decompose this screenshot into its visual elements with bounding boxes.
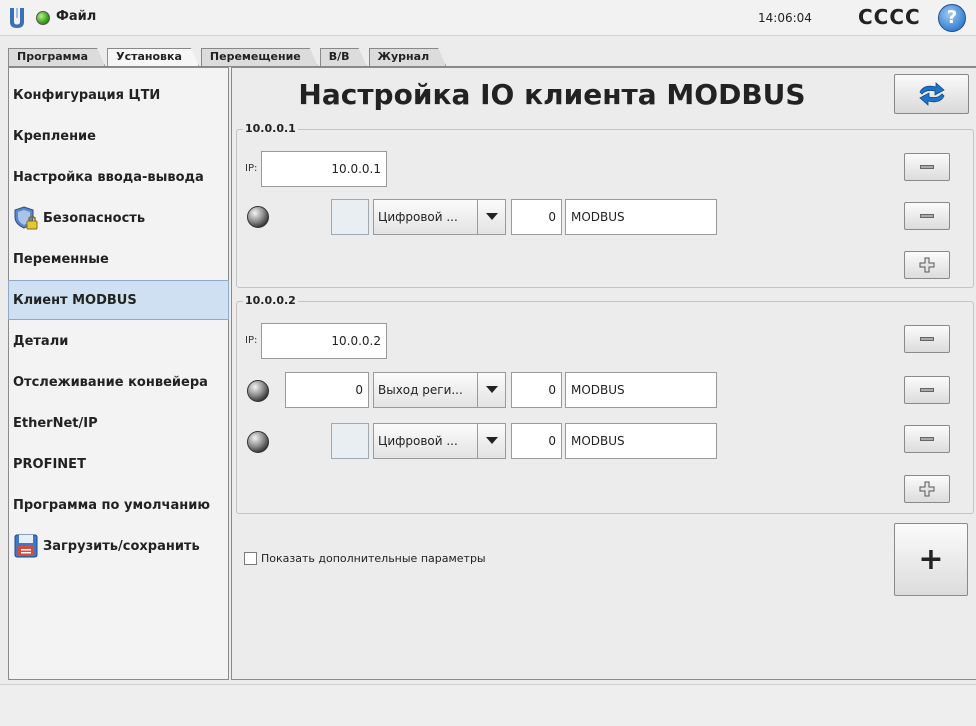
register-value-field[interactable]: 0 [285,372,369,408]
sidebar-item-label: Клиент MODBUS [13,292,137,308]
register-value-field[interactable] [331,423,369,459]
sidebar-item-label: Переменные [13,251,109,267]
ip-label: IP: [245,335,258,346]
floppy-disk-icon [14,534,38,558]
signal-type-select[interactable]: Цифровой ... [373,199,506,235]
unit-title: 10.0.0.1 [243,122,298,135]
sidebar: Конфигурация ЦТИ Крепление Настройка вво… [8,67,229,680]
clock: 14:06:04 [758,11,812,25]
sidebar-item-label: Загрузить/сохранить [43,538,200,554]
sidebar-item-label: Настройка ввода-вывода [13,169,204,185]
sidebar-item-features[interactable]: Детали [9,321,228,361]
minus-icon [920,165,934,169]
plus-icon [919,481,935,497]
remove-unit-button[interactable] [904,153,950,181]
add-signal-button[interactable] [904,475,950,503]
signal-type-select[interactable]: Цифровой ... [373,423,506,459]
sidebar-item-ethernetip[interactable]: EtherNet/IP [9,403,228,443]
signal-status-led [247,380,269,402]
minus-icon [920,437,934,441]
sidebar-item-label: Детали [13,333,69,349]
unit-title: 10.0.0.2 [243,294,298,307]
sidebar-item-conveyor[interactable]: Отслеживание конвейера [9,362,228,402]
top-bar: Файл 14:06:04 CCCC ? [0,0,976,36]
tab-program[interactable]: Программа [8,48,105,66]
status-green-icon [36,11,50,25]
main-panel: Настройка IO клиента MODBUS 10.0.0.1 IP:… [231,67,976,680]
sidebar-item-label: Крепление [13,128,96,144]
signal-name-input[interactable]: MODBUS [565,199,717,235]
show-advanced-checkbox[interactable]: Показать дополнительные параметры [244,552,486,565]
ur-logo-icon [10,8,24,28]
sidebar-item-io-setup[interactable]: Настройка ввода-вывода [9,157,228,197]
sidebar-item-label: Программа по умолчанию [13,497,210,513]
sidebar-item-variables[interactable]: Переменные [9,239,228,279]
tab-move[interactable]: Перемещение [201,48,318,66]
sidebar-item-label: EtherNet/IP [13,415,98,431]
remove-signal-button[interactable] [904,202,950,230]
address-input[interactable]: 0 [511,372,562,408]
signal-name-input[interactable]: MODBUS [565,372,717,408]
add-signal-button[interactable] [904,251,950,279]
sidebar-item-profinet[interactable]: PROFINET [9,444,228,484]
chevron-down-icon [477,200,505,234]
ip-label: IP: [245,163,258,174]
refresh-arrows-icon [918,82,945,106]
sidebar-item-label: Конфигурация ЦТИ [13,87,161,103]
minus-icon [920,388,934,392]
signal-type-value: Цифровой ... [378,210,458,224]
refresh-button[interactable] [894,74,969,114]
sidebar-item-load-save[interactable]: Загрузить/сохранить [9,526,228,566]
add-unit-button[interactable]: + [894,523,968,596]
minus-icon [920,214,934,218]
signal-type-select[interactable]: Выход реги... [373,372,506,408]
tab-bar: Программа Установка Перемещение В/В Журн… [8,48,448,66]
signal-type-value: Цифровой ... [378,434,458,448]
tab-io[interactable]: В/В [320,48,367,66]
address-input[interactable]: 0 [511,423,562,459]
sidebar-item-tcp[interactable]: Конфигурация ЦТИ [9,75,228,115]
file-menu[interactable]: Файл [56,9,96,24]
sidebar-item-default-program[interactable]: Программа по умолчанию [9,485,228,525]
remove-signal-button[interactable] [904,425,950,453]
tab-log[interactable]: Журнал [369,48,447,66]
sidebar-item-label: Безопасность [43,210,146,226]
chevron-down-icon [477,424,505,458]
sidebar-item-label: PROFINET [13,456,86,472]
help-button[interactable]: ? [938,4,966,32]
robot-name: CCCC [858,5,921,29]
signal-type-value: Выход реги... [378,383,463,397]
remove-signal-button[interactable] [904,376,950,404]
remove-unit-button[interactable] [904,325,950,353]
minus-icon [920,337,934,341]
signal-status-led [247,431,269,453]
checkbox-label: Показать дополнительные параметры [261,552,486,565]
ip-address-input[interactable]: 10.0.0.1 [261,151,387,187]
ip-address-input[interactable]: 10.0.0.2 [261,323,387,359]
shield-lock-icon [14,206,38,230]
bottom-bar [0,684,976,726]
checkbox-box[interactable] [244,552,257,565]
sidebar-item-mounting[interactable]: Крепление [9,116,228,156]
signal-status-led [247,206,269,228]
sidebar-item-safety[interactable]: Безопасность [9,198,228,238]
tab-installation[interactable]: Установка [107,48,199,66]
sidebar-item-modbus[interactable]: Клиент MODBUS [8,280,229,320]
modbus-unit-group: 10.0.0.2 IP: 10.0.0.2 0 Выход реги... 0 … [236,294,974,514]
sidebar-item-label: Отслеживание конвейера [13,374,208,390]
plus-icon [919,257,935,273]
register-value-field[interactable] [331,199,369,235]
signal-name-input[interactable]: MODBUS [565,423,717,459]
page-title: Настройка IO клиента MODBUS [298,78,806,111]
modbus-unit-group: 10.0.0.1 IP: 10.0.0.1 Цифровой ... 0 MOD… [236,122,974,288]
address-input[interactable]: 0 [511,199,562,235]
chevron-down-icon [477,373,505,407]
